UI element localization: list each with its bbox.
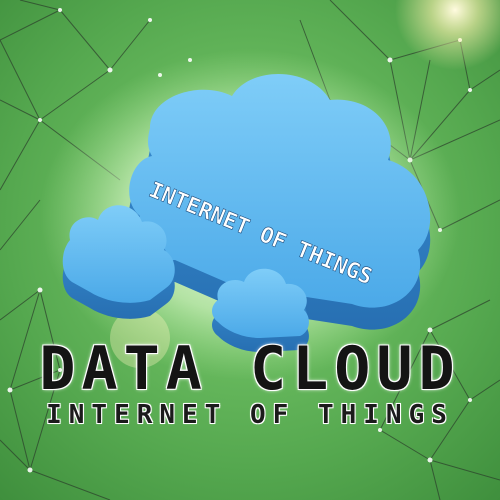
lens-flare	[395, 0, 500, 70]
headline-title: DATA CLOUD	[39, 334, 461, 404]
headline-subtitle: INTERNET OF THINGS	[46, 400, 454, 430]
poster: INTERNET OF THINGS DATA CLOUD INTERNET O…	[0, 0, 500, 500]
